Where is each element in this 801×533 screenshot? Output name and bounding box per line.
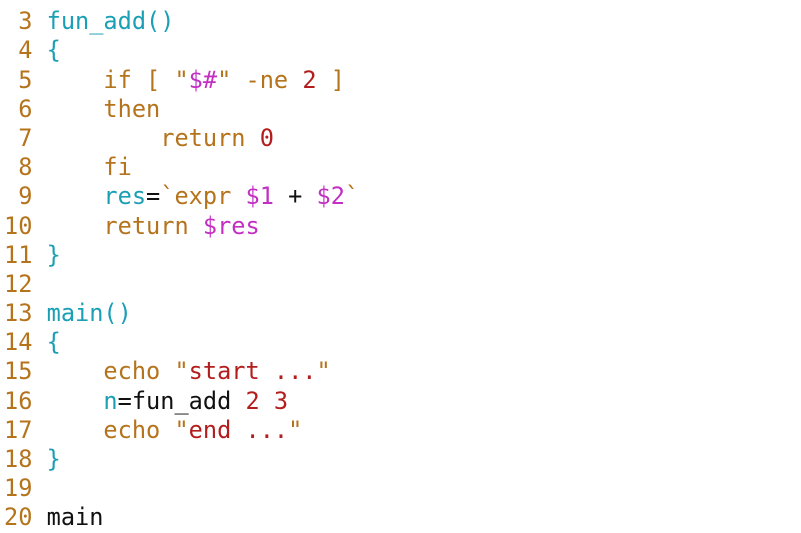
code-token: if [ " [46, 65, 189, 94]
code-token: ` [344, 182, 360, 211]
line-number: 6 [18, 94, 33, 123]
code-line[interactable]: 9 res=`expr $1 + $2` [4, 182, 359, 211]
code-line[interactable]: 5 if [ "$#" -ne 2 ] [4, 66, 359, 95]
code-token: $2 [316, 182, 345, 211]
code-line[interactable]: 3 fun_add() [4, 7, 359, 36]
line-number: 13 [4, 299, 33, 328]
code-token: start ... [188, 357, 317, 386]
code-line[interactable]: 18} [4, 445, 359, 474]
code-token: $res [202, 211, 260, 240]
code-token: return [46, 211, 203, 240]
line-number: 10 [4, 211, 33, 240]
code-token: end ... [188, 415, 289, 444]
line-number: 18 [4, 445, 33, 473]
code-token: n [46, 386, 118, 415]
code-token: =fun_add [117, 386, 246, 415]
line-number: 16 [4, 386, 33, 415]
code-token: res [46, 182, 147, 211]
line-number: 5 [18, 65, 33, 94]
code-token: $# [188, 65, 218, 94]
code-token: 2 3 [245, 386, 289, 415]
code-line[interactable]: 4{ [4, 36, 359, 65]
code-line[interactable]: 14 { [4, 328, 359, 357]
code-token: `expr [160, 182, 246, 211]
code-token: fi [46, 153, 132, 182]
line-number: 2 [4, 0, 32, 7]
code-token: " -ne [217, 65, 303, 94]
code-token: + [273, 182, 317, 211]
line-number: 12 [4, 269, 33, 298]
line-number: 4 [18, 36, 33, 65]
line-number: 20 [4, 503, 33, 532]
code-token: ] [316, 65, 345, 94]
code-token: " [174, 357, 189, 386]
line-number: 7 [18, 123, 33, 152]
code-token: echo [46, 357, 175, 386]
code-token: fun_add() [46, 7, 175, 36]
code-token: $1 [245, 182, 274, 211]
line-number: 15 [4, 357, 33, 386]
line-number: 14 [4, 328, 33, 357]
code-editor[interactable]: 23fun_add()4{5 if [ "$#" -ne 2 ]6 then7 … [4, 0, 359, 533]
code-token: main [46, 503, 104, 532]
code-token: { [46, 36, 61, 65]
line-number: 3 [18, 7, 33, 36]
code-token: return [46, 123, 260, 152]
code-token: " [316, 357, 331, 386]
code-token: } [46, 240, 61, 269]
line-number: 8 [18, 153, 33, 182]
code-line[interactable]: 15 echo "start ..." [4, 357, 359, 386]
code-token: echo [46, 415, 175, 444]
code-line[interactable]: 13 main() [4, 299, 359, 328]
code-line[interactable]: 11} [4, 241, 359, 270]
line-number: 19 [4, 474, 33, 503]
code-token: 0 [259, 123, 274, 152]
code-token: " [174, 415, 189, 444]
code-line[interactable]: 12 [4, 270, 359, 299]
line-number: 9 [18, 182, 33, 211]
code-line[interactable]: 17 echo "end ..." [4, 416, 359, 445]
line-number: 17 [4, 415, 33, 444]
code-token: then [46, 94, 161, 123]
code-token: " [288, 415, 303, 444]
code-line[interactable]: 10 return $res [4, 212, 359, 241]
code-line[interactable]: 8 fi [4, 153, 359, 182]
code-line[interactable]: 2 [4, 0, 359, 7]
code-token: = [146, 182, 161, 211]
code-token: 2 [302, 65, 317, 94]
code-line[interactable]: 20 main [4, 503, 359, 532]
code-token: } [46, 445, 61, 473]
code-line[interactable]: 16 n=fun_add 2 3 [4, 387, 359, 416]
code-line[interactable]: 19 [4, 474, 359, 503]
code-line[interactable]: 6 then [4, 95, 359, 124]
code-token: { [46, 328, 61, 357]
line-number: 11 [4, 240, 33, 269]
code-line[interactable]: 7 return 0 [4, 124, 359, 153]
code-token: main() [46, 299, 132, 328]
